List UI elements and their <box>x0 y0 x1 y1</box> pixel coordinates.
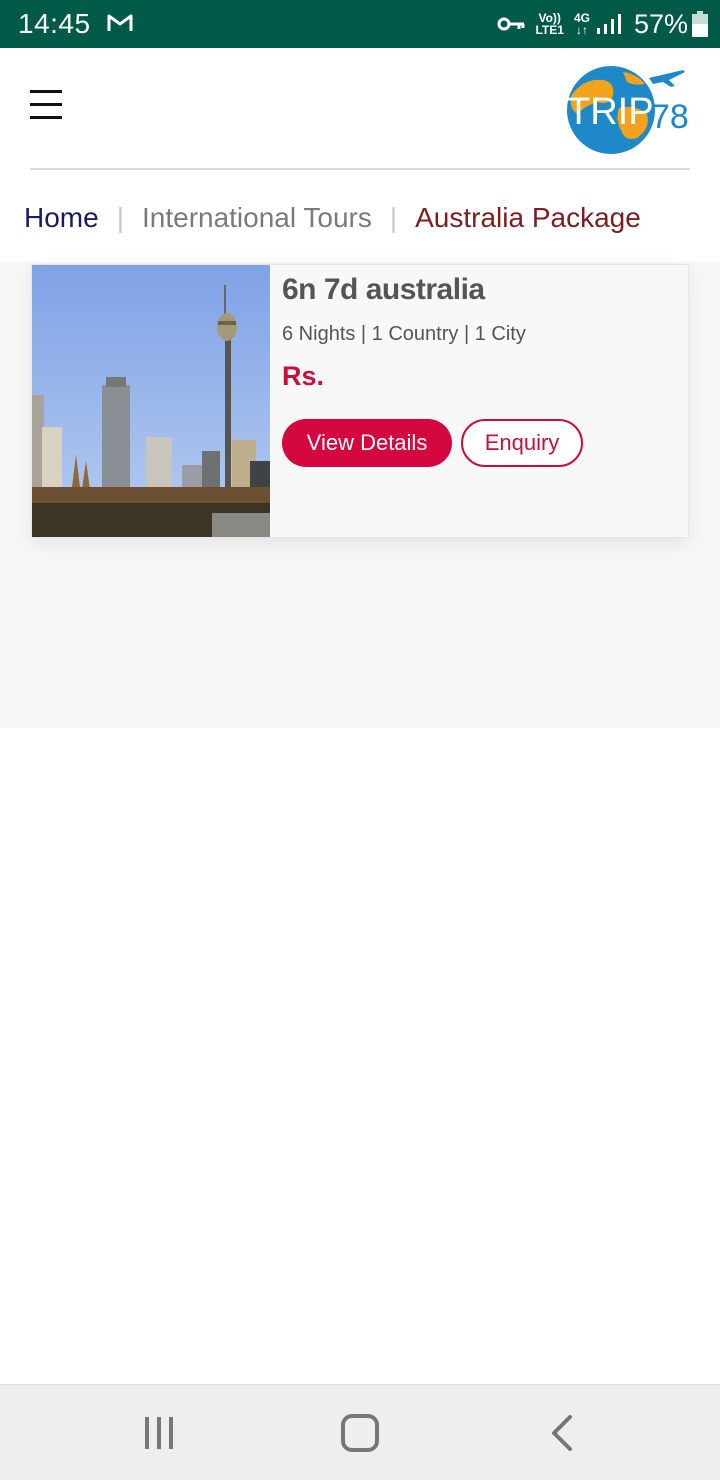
data-arrows-text: ↓↑ <box>575 23 588 37</box>
sydney-skyline-image[interactable] <box>32 265 270 537</box>
signal-icon <box>596 14 621 34</box>
battery-percent: 57% <box>633 8 688 39</box>
breadcrumb-international-tours[interactable]: International Tours <box>142 202 372 234</box>
content-area: 6n 7d australia 6 Nights | 1 Country | 1… <box>0 262 720 728</box>
back-icon[interactable] <box>534 1409 590 1457</box>
package-meta: 6 Nights | 1 Country | 1 City <box>282 323 526 345</box>
package-price: Rs. <box>282 361 325 391</box>
enquiry-button[interactable]: Enquiry <box>461 419 583 467</box>
logo-text: TRIP <box>567 91 654 133</box>
gmail-icon <box>107 14 133 31</box>
status-bar: 14:45 Vo)) LTE1 4G ↓↑ 57% <box>0 0 720 48</box>
breadcrumb-separator: | <box>389 202 398 233</box>
volte-indicator: Vo)) LTE1 <box>535 12 563 36</box>
breadcrumb-current: Australia Package <box>415 202 641 233</box>
vpn-key-icon <box>497 17 525 31</box>
package-title[interactable]: 6n 7d australia <box>282 273 485 307</box>
recent-apps-icon[interactable] <box>131 1409 187 1457</box>
breadcrumb-separator: | <box>116 202 124 233</box>
breadcrumb-home[interactable]: Home <box>24 202 99 234</box>
home-icon[interactable] <box>332 1409 388 1457</box>
logo-number: 78 <box>651 98 689 136</box>
battery-icon <box>692 11 708 37</box>
hamburger-menu-icon[interactable] <box>30 90 64 124</box>
airplane-icon <box>649 70 685 87</box>
network-type-indicator: 4G ↓↑ <box>574 12 590 36</box>
status-time: 14:45 <box>18 8 91 39</box>
view-details-button[interactable]: View Details <box>282 419 452 467</box>
system-nav-bar <box>0 1384 720 1480</box>
header-divider <box>30 168 690 170</box>
breadcrumb: Home | International Tours | Australia P… <box>24 198 641 238</box>
app-header: TRIP 78 <box>0 48 720 170</box>
volte-bottom-text: LTE1 <box>535 23 564 37</box>
package-card: 6n 7d australia 6 Nights | 1 Country | 1… <box>31 264 689 538</box>
trip78-logo[interactable]: TRIP 78 <box>563 62 689 158</box>
status-right-group: Vo)) LTE1 4G ↓↑ 57% <box>497 6 708 42</box>
